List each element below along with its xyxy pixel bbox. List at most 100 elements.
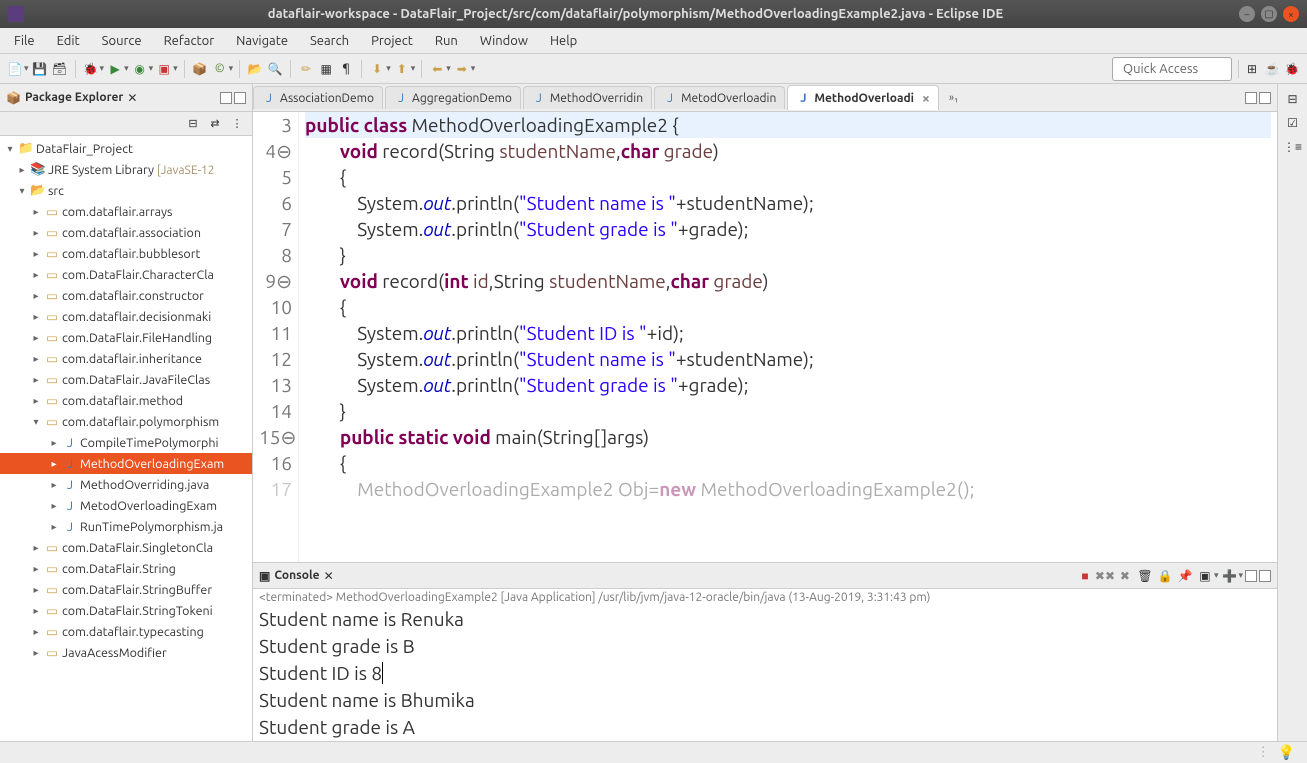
package-node[interactable]: ▸▭com.dataflair.arrays xyxy=(0,201,252,222)
package-explorer-icon: 📦 xyxy=(6,91,21,105)
pin-console-icon[interactable]: 📌 xyxy=(1176,567,1194,585)
menu-navigate[interactable]: Navigate xyxy=(226,31,298,51)
tab-association[interactable]: JAssociationDemo xyxy=(253,86,383,109)
main-area: 📦 Package Explorer ✕ ⊟ ⇄ ⋮ ▾📁 DataFlair_… xyxy=(0,84,1307,741)
package-node[interactable]: ▸▭com.DataFlair.CharacterCla xyxy=(0,264,252,285)
code-editor[interactable]: 3 4⊖ 5 6 7 8 9⊖ 10 11 12 13 14 15⊖ 16 17… xyxy=(253,112,1277,562)
jre-node[interactable]: ▸📚 JRE System Library [JavaSE-12 xyxy=(0,159,252,180)
java-file-node[interactable]: ▸JMetodOverloadingExam xyxy=(0,495,252,516)
remove-launch-icon[interactable]: ✖ xyxy=(1116,567,1134,585)
console-title[interactable]: ▣ Console ✕ xyxy=(259,569,334,583)
java-file-node[interactable]: ▸JRunTimePolymorphism.ja xyxy=(0,516,252,537)
package-node[interactable]: ▸▭com.dataflair.bubblesort xyxy=(0,243,252,264)
tab-aggregation[interactable]: JAggregationDemo xyxy=(385,86,521,109)
new-class-icon[interactable]: © xyxy=(211,60,229,78)
trim-handle-icon[interactable]: ⋮ xyxy=(1257,745,1270,760)
panel-controls[interactable] xyxy=(220,92,246,104)
collapse-all-icon[interactable]: ⊟ xyxy=(184,115,202,133)
package-explorer-toolbar: ⊟ ⇄ ⋮ xyxy=(0,112,252,136)
debug-icon[interactable]: 🐞 xyxy=(82,60,100,78)
close-button[interactable]: × xyxy=(1283,6,1299,22)
new-icon[interactable]: 📄 xyxy=(6,60,24,78)
tab-overriding[interactable]: JMethodOverridin xyxy=(523,86,652,109)
package-node[interactable]: ▸▭com.dataflair.decisionmaki xyxy=(0,306,252,327)
package-node[interactable]: ▸▭com.DataFlair.JavaFileClas xyxy=(0,369,252,390)
prev-annotation-icon[interactable]: ⬆ xyxy=(393,60,411,78)
scroll-lock-icon[interactable]: 🔒 xyxy=(1156,567,1174,585)
more-tabs[interactable]: »₁ xyxy=(941,92,966,104)
package-node[interactable]: ▸▭com.DataFlair.StringBuffer xyxy=(0,579,252,600)
package-node[interactable]: ▸▭com.dataflair.inheritance xyxy=(0,348,252,369)
save-all-icon[interactable]: 🗃 xyxy=(51,60,69,78)
java-file-node[interactable]: ▸JMethodOverriding.java xyxy=(0,474,252,495)
package-node[interactable]: ▸▭com.dataflair.constructor xyxy=(0,285,252,306)
tab-method-overloading[interactable]: JMethodOverloadi× xyxy=(787,85,939,110)
toggle-mark-icon[interactable]: ✏ xyxy=(297,60,315,78)
code-content[interactable]: public class MethodOverloadingExample2 {… xyxy=(299,112,1277,562)
back-icon[interactable]: ⬅ xyxy=(428,60,446,78)
package-node[interactable]: ▸▭com.DataFlair.SingletonCla xyxy=(0,537,252,558)
window-controls: – ▢ × xyxy=(1239,6,1299,22)
forward-icon[interactable]: ➡ xyxy=(453,60,471,78)
line-gutter: 3 4⊖ 5 6 7 8 9⊖ 10 11 12 13 14 15⊖ 16 17 xyxy=(253,112,299,562)
java-perspective-icon[interactable]: ☕ xyxy=(1263,60,1281,78)
link-editor-icon[interactable]: ⇄ xyxy=(206,115,224,133)
display-selected-icon[interactable]: ▣ xyxy=(1196,567,1214,585)
menu-search[interactable]: Search xyxy=(300,31,359,51)
src-node[interactable]: ▾📂 src xyxy=(0,180,252,201)
menu-window[interactable]: Window xyxy=(470,31,538,51)
menu-project[interactable]: Project xyxy=(361,31,423,51)
save-icon[interactable]: 💾 xyxy=(31,60,49,78)
package-node[interactable]: ▸▭com.dataflair.association xyxy=(0,222,252,243)
outline-icon[interactable]: ⋮≡ xyxy=(1284,138,1302,156)
menu-refactor[interactable]: Refactor xyxy=(154,31,225,51)
tip-icon[interactable]: 💡 xyxy=(1278,744,1295,761)
package-node[interactable]: ▸▭com.dataflair.method xyxy=(0,390,252,411)
menu-file[interactable]: File xyxy=(4,31,45,51)
filter-icon[interactable]: ⋮ xyxy=(228,115,246,133)
menu-edit[interactable]: Edit xyxy=(47,31,90,51)
search-icon2[interactable]: 🔍 xyxy=(266,60,284,78)
remove-all-icon[interactable]: ✖✖ xyxy=(1096,567,1114,585)
quick-access[interactable]: Quick Access xyxy=(1112,57,1232,81)
close-tab-icon[interactable]: × xyxy=(918,90,930,106)
open-console-icon[interactable]: ➕ xyxy=(1220,567,1238,585)
statusbar: ⋮ 💡 xyxy=(0,741,1307,763)
java-file-icon: J xyxy=(394,91,408,105)
polymorphism-package[interactable]: ▾▭ com.dataflair.polymorphism xyxy=(0,411,252,432)
menu-run[interactable]: Run xyxy=(425,31,468,51)
maximize-button[interactable]: ▢ xyxy=(1261,6,1277,22)
package-node[interactable]: ▸▭JavaAcessModifier xyxy=(0,642,252,663)
new-package-icon[interactable]: 📦 xyxy=(191,60,209,78)
menu-help[interactable]: Help xyxy=(540,31,587,51)
editor-minmax[interactable] xyxy=(1245,92,1271,104)
task-list-icon[interactable]: ☑ xyxy=(1284,114,1302,132)
clear-console-icon[interactable]: 🗑 xyxy=(1136,567,1154,585)
menu-source[interactable]: Source xyxy=(92,31,152,51)
run-icon[interactable]: ▶ xyxy=(106,60,124,78)
ext-tools-icon[interactable]: ▣ xyxy=(155,60,173,78)
restore-icon[interactable]: ⊟ xyxy=(1284,90,1302,108)
tab-metod[interactable]: JMetodOverloadin xyxy=(654,86,785,109)
debug-perspective-icon[interactable]: 🐞 xyxy=(1283,60,1301,78)
open-perspective-icon[interactable]: ⊞ xyxy=(1243,60,1261,78)
open-type-icon[interactable]: 📂 xyxy=(246,60,264,78)
terminate-icon[interactable]: ■ xyxy=(1076,567,1094,585)
coverage-icon[interactable]: ◉ xyxy=(131,60,149,78)
java-file-node[interactable]: ▸JMethodOverloadingExam xyxy=(0,453,252,474)
project-tree[interactable]: ▾📁 DataFlair_Project ▸📚 JRE System Libra… xyxy=(0,136,252,741)
package-node[interactable]: ▸▭com.DataFlair.String xyxy=(0,558,252,579)
project-node[interactable]: ▾📁 DataFlair_Project xyxy=(0,138,252,159)
next-annotation-icon[interactable]: ⬇ xyxy=(368,60,386,78)
package-node[interactable]: ▸▭com.dataflair.typecasting xyxy=(0,621,252,642)
minimize-button[interactable]: – xyxy=(1239,6,1255,22)
toggle-block-icon[interactable]: ▦ xyxy=(317,60,335,78)
show-whitespace-icon[interactable]: ¶ xyxy=(337,60,355,78)
package-node[interactable]: ▸▭com.DataFlair.FileHandling xyxy=(0,327,252,348)
java-file-node[interactable]: ▸JCompileTimePolymorphi xyxy=(0,432,252,453)
console-panel: ▣ Console ✕ ■ ✖✖ ✖ 🗑 🔒 📌 ▣▾ ➕▾ <terminat… xyxy=(253,562,1277,741)
titlebar: dataflair-workspace - DataFlair_Project/… xyxy=(0,0,1307,28)
package-node[interactable]: ▸▭com.DataFlair.StringTokeni xyxy=(0,600,252,621)
console-output[interactable]: Student name is Renuka Student grade is … xyxy=(253,606,1277,741)
console-minmax[interactable] xyxy=(1245,570,1271,582)
